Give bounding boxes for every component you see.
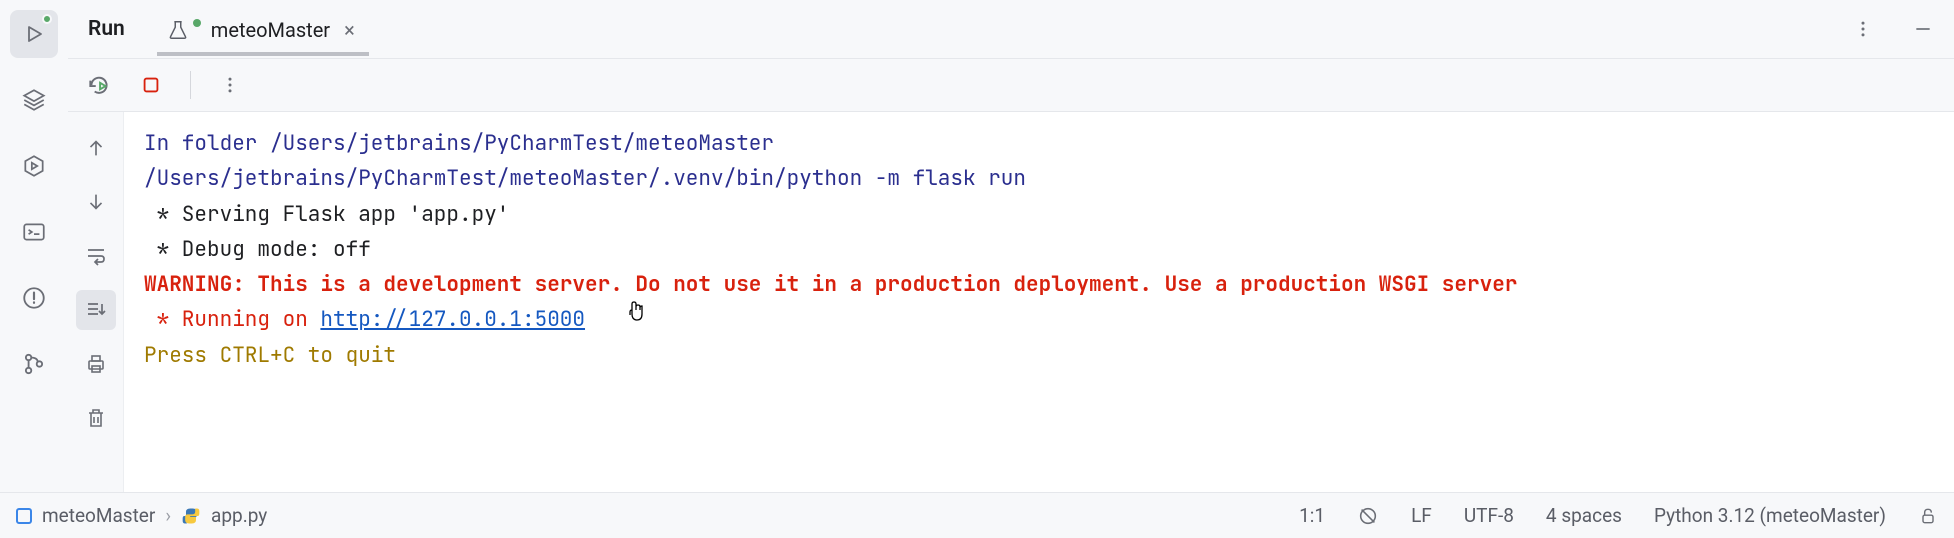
run-panel-title: Run (82, 17, 131, 41)
print-button[interactable] (76, 344, 116, 384)
soft-wrap-button[interactable] (76, 236, 116, 276)
running-dot-icon (42, 14, 52, 24)
run-tool-button[interactable] (10, 10, 58, 58)
scroll-down-button[interactable] (76, 182, 116, 222)
toolbar-separator (190, 71, 191, 99)
problems-tool-button[interactable] (10, 274, 58, 322)
terminal-tool-button[interactable] (10, 208, 58, 256)
console-hint: Press CTRL+C to quit (144, 342, 396, 369)
toolbar-more-button[interactable] (213, 68, 247, 102)
file-encoding[interactable]: UTF-8 (1464, 504, 1514, 527)
status-bar: meteoMaster › app.py 1:1 LF UTF-8 4 spac… (0, 492, 1954, 538)
tab-bar: Run meteoMaster × (68, 0, 1954, 58)
breadcrumb[interactable]: meteoMaster › app.py (16, 504, 267, 527)
hide-panel-button[interactable] (1906, 12, 1940, 46)
console-line: * Serving Flask app 'app.py' (144, 201, 509, 228)
breadcrumb-project: meteoMaster (42, 504, 155, 527)
layers-tool-button[interactable] (10, 76, 58, 124)
console-command: /Users/jetbrains/PyCharmTest/meteoMaster… (144, 165, 1026, 192)
console-warning: WARNING: This is a development server. D… (144, 271, 1530, 298)
console-area: In folder /Users/jetbrains/PyCharmTest/m… (68, 112, 1954, 492)
close-tab-button[interactable]: × (340, 18, 359, 42)
console-folder-path: /Users/jetbrains/PyCharmTest/meteoMaster (270, 130, 774, 157)
lock-icon[interactable] (1918, 506, 1938, 526)
console-running-prefix: * Running on (144, 306, 320, 333)
breadcrumb-file: app.py (211, 504, 267, 527)
python-file-icon (181, 506, 201, 526)
scroll-to-end-button[interactable] (76, 290, 116, 330)
console-line: * Debug mode: off (144, 236, 371, 263)
services-tool-button[interactable] (10, 142, 58, 190)
running-dot-icon (193, 19, 201, 27)
pointer-cursor-icon (624, 300, 646, 326)
run-toolbar (68, 58, 1954, 112)
console-line-prefix: In folder (144, 130, 270, 157)
main-area: Run meteoMaster × (0, 0, 1954, 492)
server-url-link[interactable]: http://127.0.0.1:5000 (320, 306, 585, 333)
line-separator[interactable]: LF (1411, 504, 1432, 527)
tab-underline (157, 52, 369, 56)
inspections-icon[interactable] (1357, 505, 1379, 527)
rerun-button[interactable] (82, 68, 116, 102)
clear-button[interactable] (76, 398, 116, 438)
vcs-tool-button[interactable] (10, 340, 58, 388)
scroll-up-button[interactable] (76, 128, 116, 168)
console-action-rail (68, 112, 124, 492)
flask-icon (167, 19, 189, 41)
console-output[interactable]: In folder /Users/jetbrains/PyCharmTest/m… (124, 112, 1954, 492)
chevron-right-icon: › (165, 504, 171, 527)
content-column: Run meteoMaster × (68, 0, 1954, 492)
run-config-tab[interactable]: meteoMaster × (157, 4, 369, 54)
stop-button[interactable] (134, 68, 168, 102)
more-options-button[interactable] (1846, 12, 1880, 46)
python-interpreter[interactable]: Python 3.12 (meteoMaster) (1654, 504, 1886, 527)
indent-setting[interactable]: 4 spaces (1546, 504, 1622, 527)
left-tool-rail (0, 0, 68, 492)
caret-position[interactable]: 1:1 (1299, 504, 1325, 527)
project-icon (16, 508, 32, 524)
tab-label: meteoMaster (211, 18, 330, 42)
